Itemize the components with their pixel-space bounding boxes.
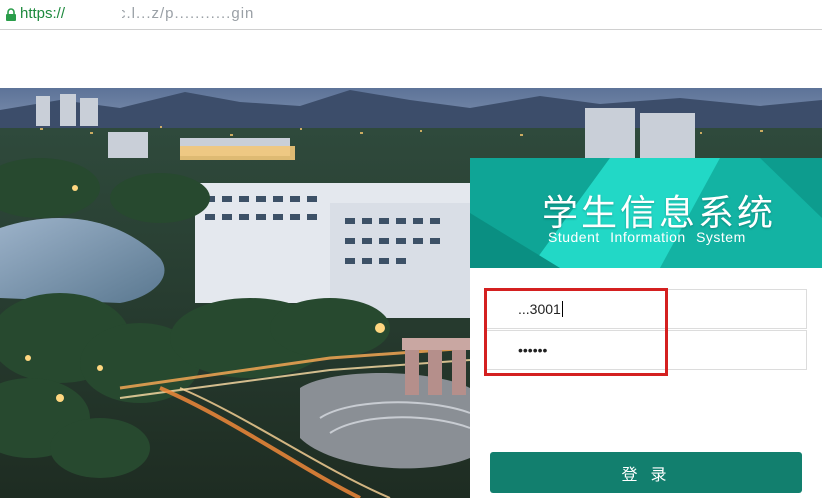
banner-subtitle: Student Information System: [548, 229, 746, 245]
login-button[interactable]: 登 录: [490, 452, 802, 493]
system-banner: 学生信息系统 Student Information System: [470, 158, 822, 268]
url-redaction: [72, 6, 122, 22]
annotation-highlight-box: [484, 288, 668, 376]
lock-icon: [5, 7, 17, 26]
address-bar[interactable]: https:// c.l...z/p...........gin: [0, 0, 822, 30]
url-text: c.l...z/p...........gin: [118, 5, 255, 22]
url-scheme: https://: [20, 5, 66, 22]
